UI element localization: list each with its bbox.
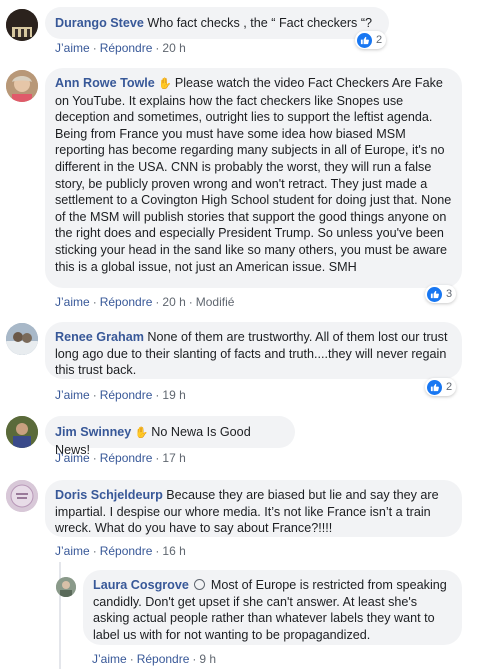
- avatar[interactable]: [6, 70, 38, 102]
- comment-bubble: Durango Steve Who fact checks , the “ Fa…: [45, 7, 389, 39]
- avatar-image: [6, 480, 38, 512]
- timestamp[interactable]: 19 h: [162, 388, 185, 402]
- comment-bubble: Ann Rowe Towle ✋ Please watch the video …: [45, 68, 462, 288]
- timestamp[interactable]: 17 h: [162, 451, 185, 465]
- avatar[interactable]: [6, 480, 38, 512]
- comment-bubble: Jim Swinney ✋ No Newa Is Good News!: [45, 416, 295, 457]
- avatar-image: [6, 416, 38, 448]
- author-name[interactable]: Doris Schjeldeurp: [55, 488, 163, 502]
- avatar[interactable]: [56, 577, 76, 597]
- thumbs-up-icon: [427, 379, 442, 395]
- reaction-count[interactable]: 2: [425, 378, 457, 396]
- like-link[interactable]: J’aime: [55, 295, 90, 309]
- comment-text: Please watch the video Fact Checkers Are…: [55, 76, 452, 274]
- reaction-count[interactable]: 3: [425, 285, 457, 303]
- separator: ·: [92, 388, 97, 402]
- like-link[interactable]: J’aime: [92, 652, 127, 666]
- timestamp[interactable]: 20 h: [162, 295, 185, 309]
- reply-link[interactable]: Répondre: [100, 41, 153, 55]
- separator: ·: [155, 451, 160, 465]
- reply-link[interactable]: Répondre: [137, 652, 190, 666]
- timestamp[interactable]: 9 h: [199, 652, 216, 666]
- separator: ·: [129, 652, 134, 666]
- separator: ·: [155, 295, 160, 309]
- separator: ·: [155, 388, 160, 402]
- separator: ·: [92, 41, 97, 55]
- author-name[interactable]: Jim Swinney: [55, 425, 131, 439]
- comment-actions: J’aime · Répondre · 16 h: [55, 544, 186, 558]
- waving-hand-icon: ✋: [158, 78, 173, 90]
- separator: ·: [155, 41, 160, 55]
- author-name[interactable]: Ann Rowe Towle: [55, 76, 155, 90]
- comment-actions: J’aime · Répondre · 17 h: [55, 451, 186, 465]
- comment-bubble: Renee Graham None of them are trustworth…: [45, 322, 462, 379]
- comment-actions: J’aime · Répondre · 9 h: [92, 652, 216, 666]
- separator: ·: [92, 295, 97, 309]
- reply-link[interactable]: Répondre: [100, 295, 153, 309]
- like-link[interactable]: J’aime: [55, 388, 90, 402]
- avatar[interactable]: [6, 323, 38, 355]
- reaction-number: 3: [446, 288, 453, 300]
- like-link[interactable]: J’aime: [55, 41, 90, 55]
- waving-hand-icon: ✋: [134, 427, 149, 439]
- reaction-count[interactable]: 2: [355, 31, 387, 49]
- separator: ·: [188, 295, 193, 309]
- thumbs-up-icon: [357, 32, 372, 48]
- thumbs-up-icon: [427, 286, 442, 302]
- author-name[interactable]: Durango Steve: [55, 16, 144, 30]
- reply-link[interactable]: Répondre: [100, 451, 153, 465]
- avatar[interactable]: [6, 9, 38, 41]
- avatar-image: [6, 9, 38, 41]
- avatar-image: [6, 323, 38, 355]
- reaction-number: 2: [446, 381, 453, 393]
- edited-label[interactable]: Modifié: [196, 295, 235, 309]
- author-name[interactable]: Laura Cosgrove: [93, 578, 189, 592]
- separator: ·: [92, 451, 97, 465]
- comment-text: Who fact checks , the “ Fact checkers “?: [147, 16, 373, 30]
- reply-link[interactable]: Répondre: [100, 544, 153, 558]
- reply-link[interactable]: Répondre: [100, 388, 153, 402]
- like-link[interactable]: J’aime: [55, 451, 90, 465]
- comment-actions: J’aime · Répondre · 19 h: [55, 388, 186, 402]
- separator: ·: [92, 544, 97, 558]
- like-link[interactable]: J’aime: [55, 544, 90, 558]
- comment-bubble: Laura Cosgrove Most of Europe is restric…: [83, 570, 462, 645]
- separator: ·: [155, 544, 160, 558]
- timestamp[interactable]: 16 h: [162, 544, 185, 558]
- timestamp[interactable]: 20 h: [162, 41, 185, 55]
- verified-badge-icon: [194, 579, 206, 590]
- avatar-image: [6, 70, 38, 102]
- avatar[interactable]: [6, 416, 38, 448]
- comment-bubble: Doris Schjeldeurp Because they are biase…: [45, 480, 462, 537]
- comment-actions: J’aime · Répondre · 20 h: [55, 41, 186, 55]
- reaction-number: 2: [376, 34, 383, 46]
- separator: ·: [192, 652, 197, 666]
- author-name[interactable]: Renee Graham: [55, 330, 144, 344]
- comment-actions: J’aime · Répondre · 20 h · Modifié: [55, 295, 234, 309]
- avatar-image: [56, 577, 76, 597]
